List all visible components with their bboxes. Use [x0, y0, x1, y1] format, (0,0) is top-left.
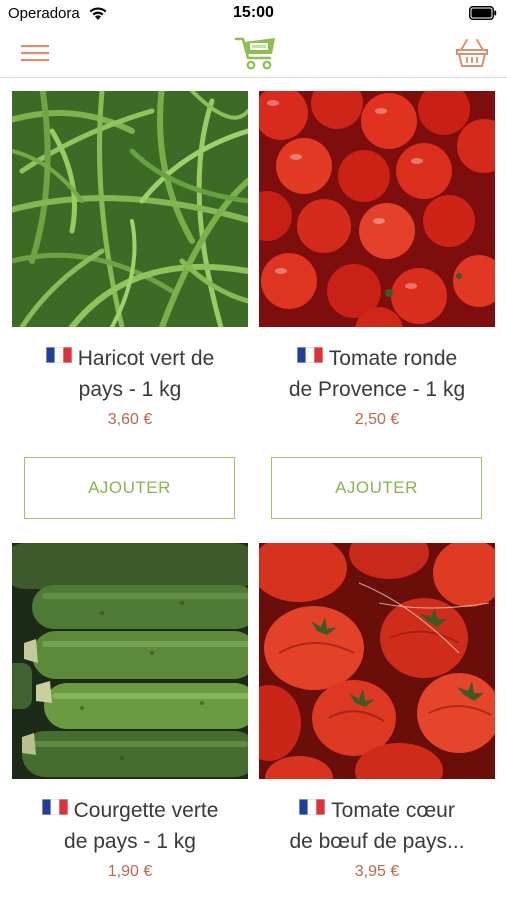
add-to-cart-button[interactable]: AJOUTER	[271, 457, 482, 519]
product-image-green-beans[interactable]	[12, 91, 248, 327]
clock: 15:00	[233, 4, 274, 21]
product-name: Haricot vert de pays - 1 kg	[6, 343, 254, 405]
product-image-beefheart-tomatoes[interactable]	[259, 543, 495, 779]
hamburger-menu-icon[interactable]	[18, 40, 52, 66]
product-name-line2: pays - 1 kg	[78, 378, 182, 401]
product-name: Tomate cœur de bœuf de pays...	[253, 795, 501, 857]
france-flag-icon	[45, 347, 72, 363]
product-name-line1: Tomate cœur	[331, 799, 455, 822]
product-name: Courgette verte de pays - 1 kg	[6, 795, 254, 857]
basket-icon[interactable]	[455, 37, 489, 69]
product-name: Tomate ronde de Provence - 1 kg	[253, 343, 501, 405]
product-name-line1: Haricot vert de	[77, 347, 215, 370]
status-bar: Operadora 15:00	[0, 0, 507, 28]
product-name-line2: de Provence - 1 kg	[288, 378, 466, 401]
product-image-round-tomatoes[interactable]	[259, 91, 495, 327]
product-price: 3,95 €	[354, 863, 400, 880]
add-to-cart-button[interactable]: AJOUTER	[24, 457, 235, 519]
product-price: 3,60 €	[107, 411, 153, 428]
battery-icon	[469, 6, 497, 20]
product-name-line2: de bœuf de pays...	[289, 830, 465, 853]
navigation-bar	[0, 28, 507, 78]
shopping-cart-logo-icon	[234, 37, 275, 70]
france-flag-icon	[41, 799, 68, 815]
france-flag-icon	[299, 799, 326, 815]
france-flag-icon	[296, 347, 323, 363]
product-name-line1: Tomate ronde	[328, 347, 458, 370]
product-image-zucchini[interactable]	[12, 543, 248, 779]
product-price: 1,90 €	[107, 863, 153, 880]
product-name-line2: de pays - 1 kg	[64, 830, 196, 853]
product-name-line1: Courgette verte	[73, 799, 219, 822]
product-price: 2,50 €	[354, 411, 400, 428]
